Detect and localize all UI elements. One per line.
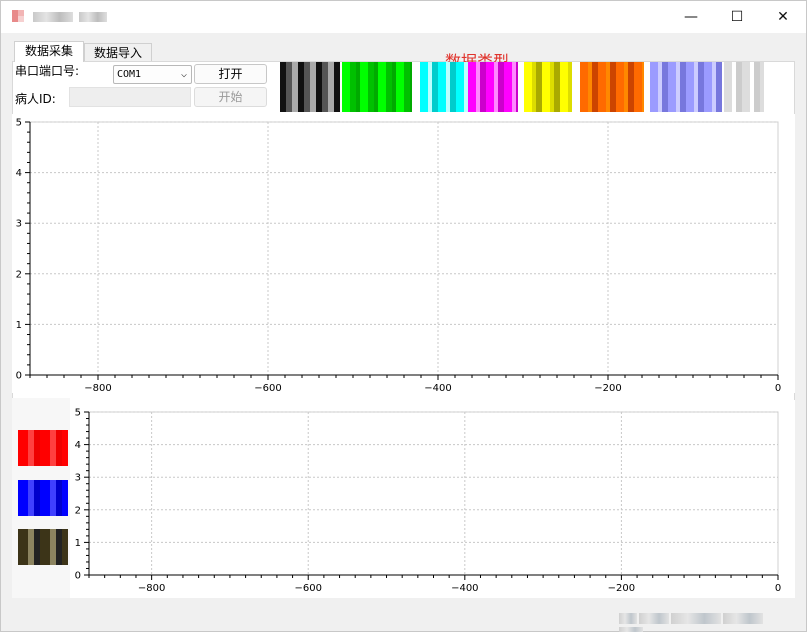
y-tick-label: 0 <box>16 371 22 382</box>
signal-swatch-blue <box>18 480 68 516</box>
y-tick-label: 4 <box>16 168 22 179</box>
y-tick-label: 5 <box>75 408 81 419</box>
maximize-button[interactable]: ☐ <box>714 1 760 33</box>
data-type-swatch-6 <box>580 62 644 112</box>
y-tick-label: 2 <box>75 505 81 516</box>
open-port-button[interactable]: 打开 <box>194 64 267 84</box>
x-tick-label: −400 <box>451 583 478 594</box>
data-type-swatch-2 <box>342 62 412 112</box>
x-tick-label: −200 <box>608 583 635 594</box>
x-tick-label: 0 <box>775 383 781 393</box>
tab-data-acquisition[interactable]: 数据采集 <box>14 41 84 62</box>
signal-swatch-red <box>18 430 68 466</box>
y-tick-label: 4 <box>75 440 81 451</box>
data-type-legend <box>280 62 765 112</box>
x-tick-label: 0 <box>775 583 781 594</box>
data-type-swatch-7 <box>650 62 722 112</box>
plot-frame <box>29 121 779 376</box>
title-bar: — ☐ ✕ <box>1 1 806 33</box>
y-tick-label: 0 <box>75 571 81 582</box>
patient-id-label: 病人ID: <box>15 92 56 106</box>
data-type-swatch-8 <box>724 62 764 112</box>
x-tick-label: −800 <box>138 583 165 594</box>
window-title <box>33 11 113 23</box>
start-button[interactable]: 开始 <box>194 87 267 107</box>
plot-frame <box>88 411 779 576</box>
data-type-swatch-4 <box>468 62 518 112</box>
data-type-swatch-1 <box>280 62 340 112</box>
x-tick-label: −200 <box>594 383 621 393</box>
y-tick-label: 5 <box>16 118 22 129</box>
y-tick-label: 3 <box>16 219 22 230</box>
x-tick-label: −600 <box>254 383 281 393</box>
y-tick-label: 3 <box>75 473 81 484</box>
x-tick-label: −800 <box>84 383 111 393</box>
y-tick-label: 1 <box>16 320 22 331</box>
signal-swatch-dark <box>18 529 68 565</box>
serial-port-select[interactable]: COM1 ⌵ <box>113 65 192 84</box>
x-tick-label: −400 <box>424 383 451 393</box>
close-button[interactable]: ✕ <box>760 1 806 33</box>
data-type-swatch-3 <box>420 62 468 112</box>
acquisition-chart-bottom: −800 −600 −400 −200 0 0 1 2 3 4 5 <box>70 400 795 598</box>
serial-port-label: 串口端口号: <box>15 64 80 78</box>
x-tick-label: −600 <box>294 583 321 594</box>
chart-top-svg: −800 −600 −400 −200 0 0 1 2 3 4 5 <box>16 118 782 394</box>
minimize-button[interactable]: — <box>668 1 714 33</box>
serial-port-value: COM1 <box>117 69 142 80</box>
tab-data-import[interactable]: 数据导入 <box>84 43 152 61</box>
app-icon <box>12 10 24 22</box>
signal-legend <box>12 398 70 598</box>
data-type-swatch-5 <box>524 62 572 112</box>
chart-bottom-svg: −800 −600 −400 −200 0 0 1 2 3 4 5 <box>75 408 782 595</box>
y-tick-label: 2 <box>16 269 22 280</box>
status-bar <box>619 613 789 632</box>
y-tick-label: 1 <box>75 538 81 549</box>
app-window: — ☐ ✕ 数据采集 数据导入 串口端口号: COM1 ⌵ 打开 病人ID: 开… <box>0 0 807 632</box>
chevron-down-icon: ⌵ <box>180 69 187 80</box>
patient-id-input[interactable] <box>69 87 191 107</box>
acquisition-chart-top: −800 −600 −400 −200 0 0 1 2 3 4 5 <box>12 114 795 393</box>
